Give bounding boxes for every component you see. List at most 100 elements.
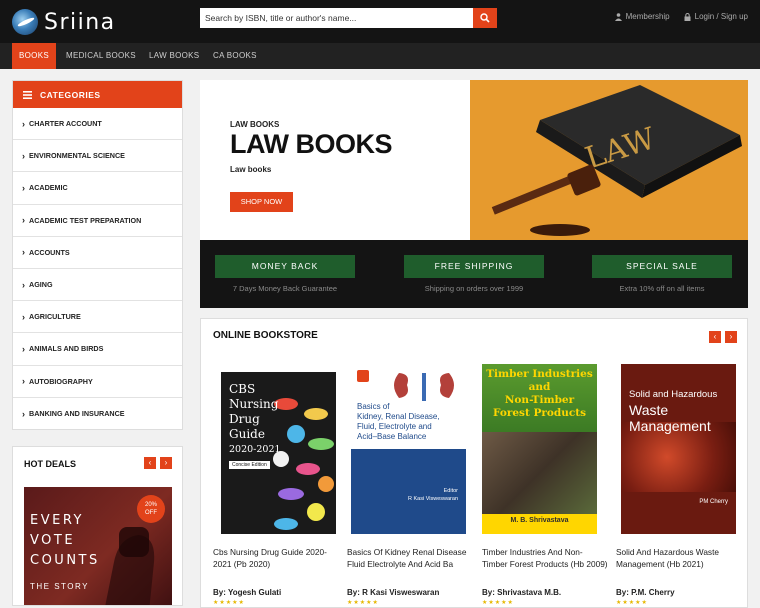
chevron-right-icon: › (729, 332, 733, 341)
special-sale-badge: SPECIAL SALE (592, 255, 732, 278)
category-environmental-science[interactable]: › ENVIRONMENTAL SCIENCE (13, 140, 182, 173)
chevron-right-icon: › (22, 279, 25, 290)
cover-line: Management (629, 418, 711, 434)
menu-icon (23, 90, 32, 99)
category-academic-test-preparation[interactable]: › ACADEMIC TEST PREPARATION (13, 205, 182, 237)
cover-line: Basics of (357, 402, 390, 411)
banner-kicker: LAW BOOKS (230, 120, 280, 129)
book-cover[interactable]: CBS Nursing Drug Guide 2020-2021 Concise… (221, 364, 336, 534)
book-title[interactable]: Timber Industries And Non-Timber Forest … (482, 546, 608, 570)
cover-line: Kidney, Renal Disease, (357, 412, 440, 421)
online-bookstore: ONLINE BOOKSTORE ‹ › CBS Nursing Drug Gu… (200, 318, 748, 608)
category-label: ACCOUNTS (29, 247, 70, 257)
category-label: AGING (29, 280, 53, 290)
category-agriculture[interactable]: › AGRICULTURE (13, 301, 182, 334)
law-book-gavel-illustration: LAW (491, 85, 742, 236)
chevron-right-icon: › (22, 118, 25, 129)
money-back-text: 7 Days Money Back Guarantee (232, 284, 338, 293)
cover-line: Non-Timber (504, 394, 575, 406)
book-cover[interactable]: Basics of Kidney, Renal Disease, Fluid, … (351, 364, 466, 534)
cover-line: Fluid, Electrolyte and (357, 422, 432, 431)
book-title[interactable]: Basics Of Kidney Renal Disease Fluid Ele… (347, 546, 473, 570)
category-banking-and-insurance[interactable]: › BANKING AND INSURANCE (13, 398, 182, 430)
categories-header[interactable]: CATEGORIES (13, 81, 182, 108)
discount-off: OFF (145, 510, 157, 516)
book-cover[interactable]: Solid and Hazardous Waste Management PM … (621, 364, 736, 534)
cover-line: Timber Industries (486, 368, 593, 380)
category-label: ANIMALS AND BIRDS (29, 344, 104, 354)
category-label: AGRICULTURE (29, 312, 81, 322)
book-author: By: Yogesh Gulati (213, 588, 282, 597)
chevron-right-icon: › (22, 215, 25, 226)
logo-globe-icon (12, 9, 38, 35)
nav-books[interactable]: BOOKS (12, 43, 56, 69)
book-cover[interactable]: Timber Industries and Non-Timber Forest … (482, 364, 597, 534)
hot-deal-line3: COUNTS (30, 553, 100, 568)
hot-deals-next-button[interactable]: › (160, 457, 172, 469)
category-animals-and-birds[interactable]: › ANIMALS AND BIRDS (13, 333, 182, 366)
discount-percent: 20% (144, 502, 157, 508)
fist-illustration (105, 527, 155, 605)
chevron-left-icon: ‹ (713, 332, 717, 341)
bookstore-prev-button[interactable]: ‹ (709, 331, 721, 343)
cover-title-block: Basics of Kidney, Renal Disease, Fluid, … (357, 402, 440, 442)
nav-law-books[interactable]: LAW BOOKS (149, 43, 199, 69)
category-autobiography[interactable]: › AUTOBIOGRAPHY (13, 366, 182, 398)
search-button[interactable] (473, 8, 497, 28)
book-author: By: Shrivastava M.B. (482, 588, 562, 597)
cover-title-block: CBS Nursing Drug Guide 2020-2021 (229, 382, 281, 457)
cover-top-strip (221, 364, 336, 372)
chevron-right-icon: › (22, 247, 25, 258)
membership-label: Membership (625, 12, 670, 21)
free-shipping-badge: FREE SHIPPING (404, 255, 544, 278)
chevron-right-icon: › (22, 150, 25, 161)
hot-deal-line1: EVERY (30, 513, 84, 528)
shop-now-button[interactable]: SHOP NOW (230, 192, 293, 212)
hot-deals-panel: HOT DEALS ‹ › EVERY VOTE COUNTS THE STOR… (12, 446, 183, 606)
category-charter-account[interactable]: › CHARTER ACCOUNT (13, 108, 182, 141)
chevron-right-icon: › (164, 458, 168, 467)
bookstore-next-button[interactable]: › (725, 331, 737, 343)
cover-line: Nursing (229, 397, 279, 411)
search-icon (480, 13, 490, 23)
login-label: Login / Sign up (694, 12, 748, 21)
book-title[interactable]: Solid And Hazardous Waste Management (Hb… (616, 546, 742, 570)
hot-deal-product-image[interactable]: EVERY VOTE COUNTS THE STORY 20% OFF (24, 487, 172, 605)
cover-line: Drug (229, 412, 260, 426)
discount-badge: 20% OFF (137, 495, 165, 523)
login-link[interactable]: Login / Sign up (684, 12, 748, 21)
lock-icon (684, 12, 691, 21)
cover-editor-label: Editor (443, 488, 458, 494)
user-icon (614, 12, 622, 21)
search-input[interactable] (200, 8, 473, 28)
main-nav: BOOKS MEDICAL BOOKS LAW BOOKS CA BOOKS (0, 43, 760, 69)
nav-ca-books[interactable]: CA BOOKS (213, 43, 257, 69)
categories-panel: CATEGORIES › CHARTER ACCOUNT › ENVIRONMENT… (12, 80, 183, 430)
rating-stars-icon: ★★★★★ (347, 600, 379, 606)
book-title[interactable]: Cbs Nursing Drug Guide 2020-2021 (Pb 202… (213, 546, 339, 570)
category-aging[interactable]: › AGING (13, 269, 182, 302)
hot-deals-prev-button[interactable]: ‹ (144, 457, 156, 469)
cover-editor-block: Editor R Kasi Visweswaran (408, 487, 458, 503)
membership-link[interactable]: Membership (614, 12, 670, 21)
cover-edition: Concise Edition (229, 461, 270, 469)
book-author: By: P.M. Cherry (616, 588, 675, 597)
cover-title-block: Solid and Hazardous Waste Management (629, 388, 717, 434)
cover-author: M. B. Shrivastava (482, 514, 597, 534)
hero-banner: LAW LAW BOOKS LAW BOOKS Law books SHOP N… (200, 80, 748, 240)
cover-line: and (528, 381, 551, 393)
cover-title-block: Timber Industries and Non-Timber Forest … (482, 368, 597, 420)
category-label: AUTOBIOGRAPHY (29, 376, 93, 386)
category-academic[interactable]: › ACADEMIC (13, 172, 182, 205)
nav-medical-books[interactable]: MEDICAL BOOKS (66, 43, 136, 69)
book-author: By: R Kasi Visweswaran (347, 588, 440, 597)
features-strip: MONEY BACK 7 Days Money Back Guarantee F… (200, 240, 748, 308)
site-logo[interactable]: Sriina (12, 8, 116, 36)
category-accounts[interactable]: › ACCOUNTS (13, 237, 182, 269)
chevron-right-icon: › (22, 408, 25, 419)
cover-line: Forest Products (492, 407, 587, 419)
account-links: Membership Login / Sign up (614, 12, 748, 21)
chevron-right-icon: › (22, 311, 25, 322)
banner-image: LAW (470, 80, 748, 240)
money-back-badge: MONEY BACK (215, 255, 355, 278)
